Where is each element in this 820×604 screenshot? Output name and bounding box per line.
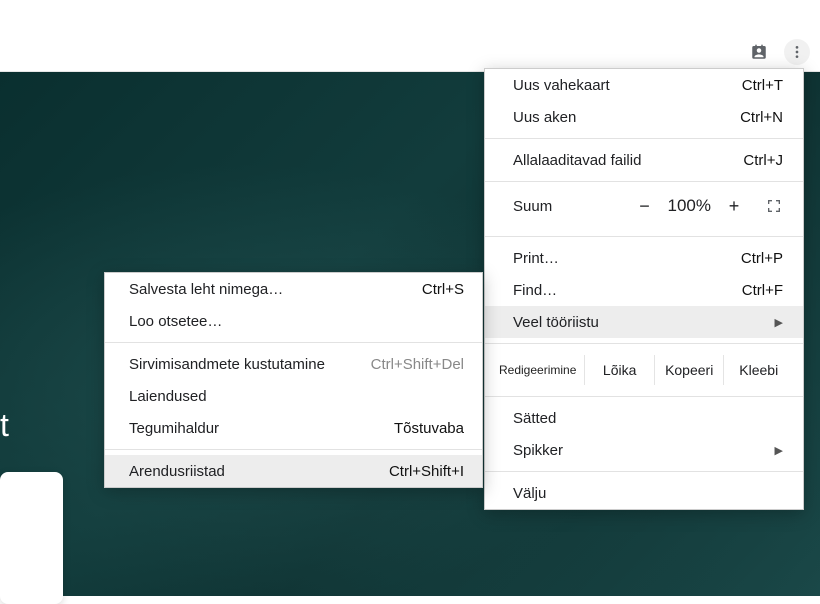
menu-settings[interactable]: Sätted (485, 402, 803, 434)
menu-shortcut: Ctrl+T (742, 77, 783, 94)
submenu-arrow-icon: ▶ (775, 444, 783, 457)
menu-label: Tegumihaldur (129, 420, 219, 437)
menu-separator (485, 236, 803, 237)
menu-separator (105, 449, 482, 450)
menu-shortcut: Ctrl+F (742, 282, 783, 299)
submenu-create-shortcut[interactable]: Loo otsetee… (105, 305, 482, 337)
submenu-clear-data[interactable]: Sirvimisandmete kustutamine Ctrl+Shift+D… (105, 348, 482, 380)
menu-label: Spikker (513, 442, 563, 459)
background-card (0, 472, 63, 604)
fullscreen-button[interactable] (759, 191, 789, 221)
menu-label: Uus aken (513, 109, 576, 126)
menu-zoom-row: Suum − 100% + (485, 187, 803, 231)
chrome-main-menu: Uus vahekaart Ctrl+T Uus aken Ctrl+N All… (484, 68, 804, 510)
menu-find[interactable]: Find… Ctrl+F (485, 274, 803, 306)
menu-exit[interactable]: Välju (485, 477, 803, 509)
edit-label: Redigeerimine (495, 363, 584, 377)
menu-label: Veel tööriistu (513, 314, 599, 331)
menu-label: Print… (513, 250, 559, 267)
menu-label: Sätted (513, 410, 556, 427)
menu-print[interactable]: Print… Ctrl+P (485, 242, 803, 274)
menu-shortcut: Ctrl+Shift+I (389, 463, 464, 480)
menu-new-window[interactable]: Uus aken Ctrl+N (485, 101, 803, 133)
menu-label: Salvesta leht nimega… (129, 281, 283, 298)
submenu-arrow-icon: ▶ (775, 316, 783, 329)
menu-separator (485, 181, 803, 182)
menu-separator (105, 342, 482, 343)
menu-separator (485, 471, 803, 472)
menu-label: Arendusriistad (129, 463, 225, 480)
zoom-out-button[interactable]: − (630, 191, 660, 221)
browser-toolbar (0, 32, 820, 72)
menu-shortcut: Ctrl+Shift+Del (371, 356, 464, 373)
menu-shortcut: Ctrl+J (743, 152, 783, 169)
submenu-dev-tools[interactable]: Arendusriistad Ctrl+Shift+I (105, 455, 482, 487)
edit-cut-button[interactable]: Lõika (584, 355, 654, 385)
zoom-label: Suum (513, 198, 630, 215)
submenu-save-as[interactable]: Salvesta leht nimega… Ctrl+S (105, 273, 482, 305)
menu-shortcut: Tõstuvaba (394, 420, 464, 437)
menu-shortcut: Ctrl+N (740, 109, 783, 126)
menu-new-tab[interactable]: Uus vahekaart Ctrl+T (485, 69, 803, 101)
profile-icon[interactable] (746, 39, 772, 65)
menu-separator (485, 396, 803, 397)
menu-separator (485, 343, 803, 344)
menu-help[interactable]: Spikker ▶ (485, 434, 803, 466)
zoom-in-button[interactable]: + (719, 191, 749, 221)
submenu-extensions[interactable]: Laiendused (105, 380, 482, 412)
menu-label: Loo otsetee… (129, 313, 222, 330)
menu-label: Välju (513, 485, 546, 502)
zoom-percent: 100% (660, 196, 719, 216)
menu-downloads[interactable]: Allalaaditavad failid Ctrl+J (485, 144, 803, 176)
more-tools-submenu: Salvesta leht nimega… Ctrl+S Loo otsetee… (104, 272, 483, 488)
menu-more-tools[interactable]: Veel tööriistu ▶ (485, 306, 803, 338)
menu-shortcut: Ctrl+S (422, 281, 464, 298)
page-heading-fragment: t (0, 407, 8, 444)
edit-copy-button[interactable]: Kopeeri (654, 355, 724, 385)
menu-edit-row: Redigeerimine Lõika Kopeeri Kleebi (485, 349, 803, 391)
menu-shortcut: Ctrl+P (741, 250, 783, 267)
submenu-task-manager[interactable]: Tegumihaldur Tõstuvaba (105, 412, 482, 444)
menu-separator (485, 138, 803, 139)
menu-label: Laiendused (129, 388, 207, 405)
menu-label: Allalaaditavad failid (513, 152, 641, 169)
menu-label: Find… (513, 282, 557, 299)
edit-paste-button[interactable]: Kleebi (723, 355, 793, 385)
more-menu-icon[interactable] (784, 39, 810, 65)
menu-label: Uus vahekaart (513, 77, 610, 94)
menu-label: Sirvimisandmete kustutamine (129, 356, 325, 373)
